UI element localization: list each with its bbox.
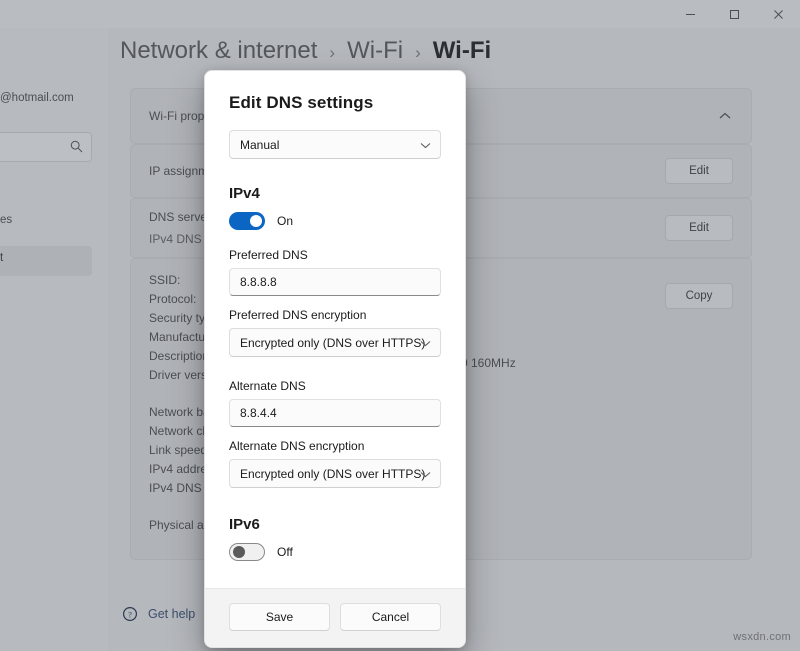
dns-assignment-select[interactable]: Manual bbox=[229, 130, 441, 159]
svg-text:?: ? bbox=[128, 609, 132, 619]
alternate-dns-encryption-value: Encrypted only (DNS over HTTPS) bbox=[240, 466, 426, 481]
toggle-knob bbox=[250, 215, 262, 227]
ipv6-heading: IPv6 bbox=[229, 516, 260, 533]
search-icon bbox=[70, 140, 83, 158]
ipv4-toggle-state: On bbox=[277, 214, 294, 228]
preferred-dns-input[interactable]: 8.8.8.8 bbox=[229, 268, 441, 296]
get-help-label: Get help bbox=[148, 607, 196, 621]
maximize-icon[interactable] bbox=[712, 0, 756, 28]
ipv4-heading: IPv4 bbox=[229, 185, 260, 202]
chevron-down-icon bbox=[420, 336, 431, 350]
copy-button[interactable]: Copy bbox=[665, 283, 733, 309]
alternate-dns-encryption-label: Alternate DNS encryption bbox=[229, 439, 365, 453]
cancel-button[interactable]: Cancel bbox=[340, 603, 441, 631]
breadcrumb-item-1[interactable]: Wi-Fi bbox=[347, 37, 403, 65]
dns-assignment-value: Manual bbox=[240, 137, 280, 152]
breadcrumb-separator-icon: › bbox=[415, 43, 421, 62]
sidebar-item-network-label: t bbox=[0, 252, 4, 264]
preferred-dns-encryption-label: Preferred DNS encryption bbox=[229, 308, 367, 322]
toggle-knob bbox=[233, 546, 245, 558]
window-titlebar bbox=[0, 0, 800, 28]
ipv4-toggle-row: On bbox=[229, 212, 441, 230]
breadcrumb-item-2: Wi-Fi bbox=[432, 37, 492, 64]
chevron-down-icon bbox=[420, 138, 431, 152]
edit-dns-settings-dialog: Edit DNS settings Manual IPv4 On Preferr… bbox=[204, 70, 466, 648]
sidebar-item-devices[interactable]: es bbox=[0, 214, 12, 226]
save-button[interactable]: Save bbox=[229, 603, 330, 631]
breadcrumb-item-0[interactable]: Network & internet bbox=[120, 37, 317, 65]
dialog-footer: Save Cancel bbox=[205, 588, 465, 647]
edit-ip-assignment-button[interactable]: Edit bbox=[665, 158, 733, 184]
ipv4-toggle[interactable] bbox=[229, 212, 265, 230]
watermark: wsxdn.com bbox=[733, 631, 791, 643]
get-help-link[interactable]: ? Get help bbox=[122, 606, 195, 622]
sidebar-item-network-selected[interactable] bbox=[0, 246, 92, 276]
alternate-dns-input[interactable]: 8.8.4.4 bbox=[229, 399, 441, 427]
account-email: @hotmail.com bbox=[0, 92, 74, 104]
sidebar: @hotmail.com es t bbox=[0, 28, 108, 651]
chevron-up-icon[interactable] bbox=[719, 107, 731, 125]
dialog-title: Edit DNS settings bbox=[229, 93, 374, 112]
preferred-dns-encryption-value: Encrypted only (DNS over HTTPS) bbox=[240, 335, 426, 350]
breadcrumb: Network & internet › Wi-Fi › Wi-Fi bbox=[120, 37, 491, 65]
breadcrumb-separator-icon: › bbox=[329, 43, 336, 62]
alternate-dns-encryption-select[interactable]: Encrypted only (DNS over HTTPS) bbox=[229, 459, 441, 488]
close-icon[interactable] bbox=[756, 0, 800, 28]
dialog-body: Edit DNS settings Manual IPv4 On Preferr… bbox=[205, 71, 465, 588]
preferred-dns-label: Preferred DNS bbox=[229, 248, 308, 262]
help-icon: ? bbox=[122, 606, 138, 622]
search-input[interactable] bbox=[0, 132, 92, 162]
settings-window: @hotmail.com es t Network & internet › W… bbox=[0, 0, 800, 651]
network-band-value: 0 160MHz bbox=[461, 356, 516, 370]
ipv6-toggle-row: Off bbox=[229, 543, 441, 561]
ipv6-toggle-state: Off bbox=[277, 545, 293, 559]
chevron-down-icon bbox=[420, 467, 431, 481]
alternate-dns-label: Alternate DNS bbox=[229, 379, 306, 393]
minimize-icon[interactable] bbox=[668, 0, 712, 28]
preferred-dns-encryption-select[interactable]: Encrypted only (DNS over HTTPS) bbox=[229, 328, 441, 357]
ipv6-toggle[interactable] bbox=[229, 543, 265, 561]
window-controls bbox=[668, 0, 800, 28]
edit-dns-assignment-button[interactable]: Edit bbox=[665, 215, 733, 241]
